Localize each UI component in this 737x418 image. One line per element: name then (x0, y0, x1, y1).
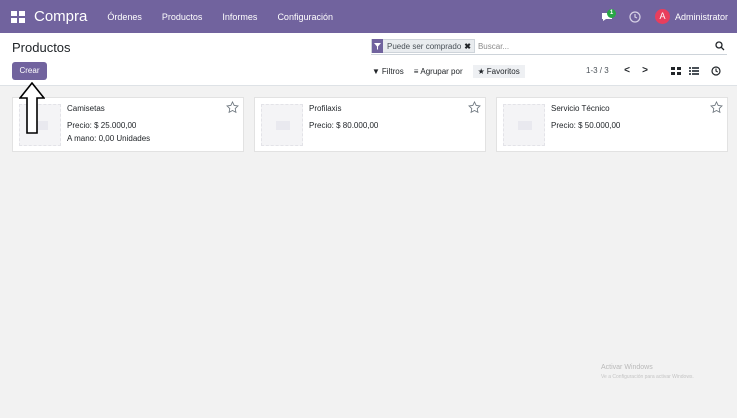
filter-icon: ▼ (372, 66, 380, 76)
activation-watermark-title: Activar Windows (601, 364, 653, 371)
favorite-star-icon[interactable] (710, 101, 723, 114)
search-facet: Puede ser comprado ✖ (371, 39, 475, 53)
star-icon: ★ (477, 66, 485, 76)
filters-button[interactable]: ▼ Filtros (372, 67, 404, 76)
favorite-star-icon[interactable] (468, 101, 481, 114)
menu-configuracion[interactable]: Configuración (277, 12, 333, 22)
user-name[interactable]: Administrator (675, 12, 728, 22)
group-by-label: Agrupar por (420, 66, 463, 76)
search-bar: Puede ser comprado ✖ (371, 38, 727, 55)
page-title: Productos (12, 40, 71, 55)
product-card[interactable]: Camisetas Precio: $ 25.000,00 A mano: 0,… (12, 97, 244, 152)
kanban-view-button[interactable] (669, 64, 683, 78)
product-price: Precio: $ 80.000,00 (309, 121, 379, 130)
menu-productos[interactable]: Productos (162, 12, 203, 22)
chat-badge: 1 (606, 8, 616, 18)
pager-value[interactable]: 1-3 / 3 (586, 66, 609, 75)
group-by-button[interactable]: ≡ Agrupar por (414, 67, 463, 76)
create-button[interactable]: Crear (12, 62, 47, 80)
list-view-icon (689, 67, 699, 75)
pager-previous-button[interactable]: < (622, 63, 632, 79)
activity-clock-icon[interactable] (629, 10, 641, 23)
apps-menu-icon[interactable] (11, 10, 25, 23)
list-view-button[interactable] (687, 64, 701, 78)
top-navbar: Compra Órdenes Productos Informes Config… (0, 0, 737, 33)
menu-informes[interactable]: Informes (222, 12, 257, 22)
chat-icon[interactable]: 1 (601, 8, 617, 25)
favorites-button[interactable]: ★ Favoritos (472, 64, 525, 78)
annotation-up-arrow-icon (19, 82, 45, 134)
product-image-placeholder (503, 104, 545, 146)
favorite-star-icon[interactable] (226, 101, 239, 114)
search-input[interactable] (477, 41, 678, 51)
filters-label: Filtros (381, 66, 404, 76)
product-name: Servicio Técnico (551, 104, 610, 113)
menu-ordenes[interactable]: Órdenes (107, 12, 142, 22)
activation-watermark-subtitle: Ve a Configuración para activar Windows. (601, 374, 694, 380)
avatar[interactable]: A (654, 9, 670, 24)
product-image-placeholder (261, 104, 303, 146)
kanban-view-icon (671, 67, 681, 75)
product-on-hand: A mano: 0,00 Unidades (67, 134, 151, 143)
product-card[interactable]: Servicio Técnico Precio: $ 50.000,00 (496, 97, 728, 152)
remove-facet-icon[interactable]: ✖ (464, 42, 471, 51)
search-icon[interactable] (715, 41, 725, 51)
filter-icon (372, 39, 383, 53)
pager-next-button[interactable]: > (640, 63, 650, 79)
activity-clock-icon (711, 66, 721, 76)
product-name: Profilaxis (309, 104, 342, 113)
favorites-label: Favoritos (486, 66, 520, 76)
product-price: Precio: $ 25.000,00 (67, 121, 137, 130)
product-card[interactable]: Profilaxis Precio: $ 80.000,00 (254, 97, 486, 152)
activity-view-button[interactable] (709, 64, 723, 78)
search-options: ▼ Filtros ≡ Agrupar por ★ Favoritos (372, 63, 535, 79)
facet-label: Puede ser comprado (387, 41, 462, 51)
group-by-icon: ≡ (413, 66, 419, 76)
product-price: Precio: $ 50.000,00 (551, 121, 621, 130)
product-name: Camisetas (67, 104, 105, 113)
app-brand[interactable]: Compra (34, 8, 87, 25)
control-panel: Productos Crear Puede ser comprado ✖ ▼ F… (0, 33, 737, 86)
